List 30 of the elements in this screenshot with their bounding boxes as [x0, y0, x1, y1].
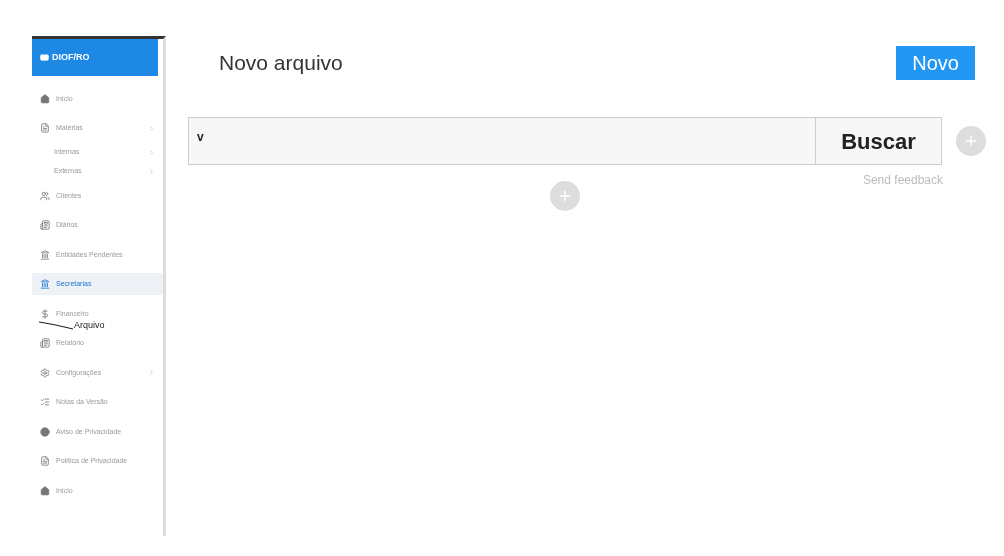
- home-icon: [40, 93, 50, 104]
- feedback-link[interactable]: Send feedback: [862, 171, 943, 189]
- newspaper-icon: [40, 338, 50, 349]
- add-button[interactable]: [550, 181, 580, 211]
- card-icon: [40, 53, 49, 62]
- plus-icon: [963, 133, 979, 149]
- list-icon: [40, 397, 50, 408]
- search-field[interactable]: v: [188, 117, 816, 165]
- chevron-icon: [148, 124, 155, 132]
- document-icon: [40, 123, 50, 134]
- brand-name: DIOF/RO: [52, 50, 90, 64]
- gear-icon: [40, 367, 50, 378]
- chevron-icon: [148, 369, 155, 377]
- dollar-icon: [40, 308, 50, 319]
- plus-icon: [557, 188, 573, 204]
- home-icon: [40, 485, 50, 496]
- chevron-icon: [148, 168, 155, 175]
- annotation-text: Arquivo: [74, 321, 105, 330]
- newspaper-icon: [40, 220, 50, 231]
- bank-icon: [40, 279, 50, 290]
- document-icon: [40, 456, 50, 467]
- add-button[interactable]: [956, 126, 986, 156]
- people-icon: [40, 190, 50, 201]
- new-button[interactable]: Novo: [896, 46, 975, 80]
- handwritten-stroke: [38, 320, 74, 330]
- page-title: Novo arquivo: [219, 50, 343, 77]
- chevron-icon: [148, 149, 155, 156]
- bank-icon: [40, 249, 50, 260]
- search-button[interactable]: Buscar: [816, 117, 942, 165]
- circle-icon: [40, 426, 50, 437]
